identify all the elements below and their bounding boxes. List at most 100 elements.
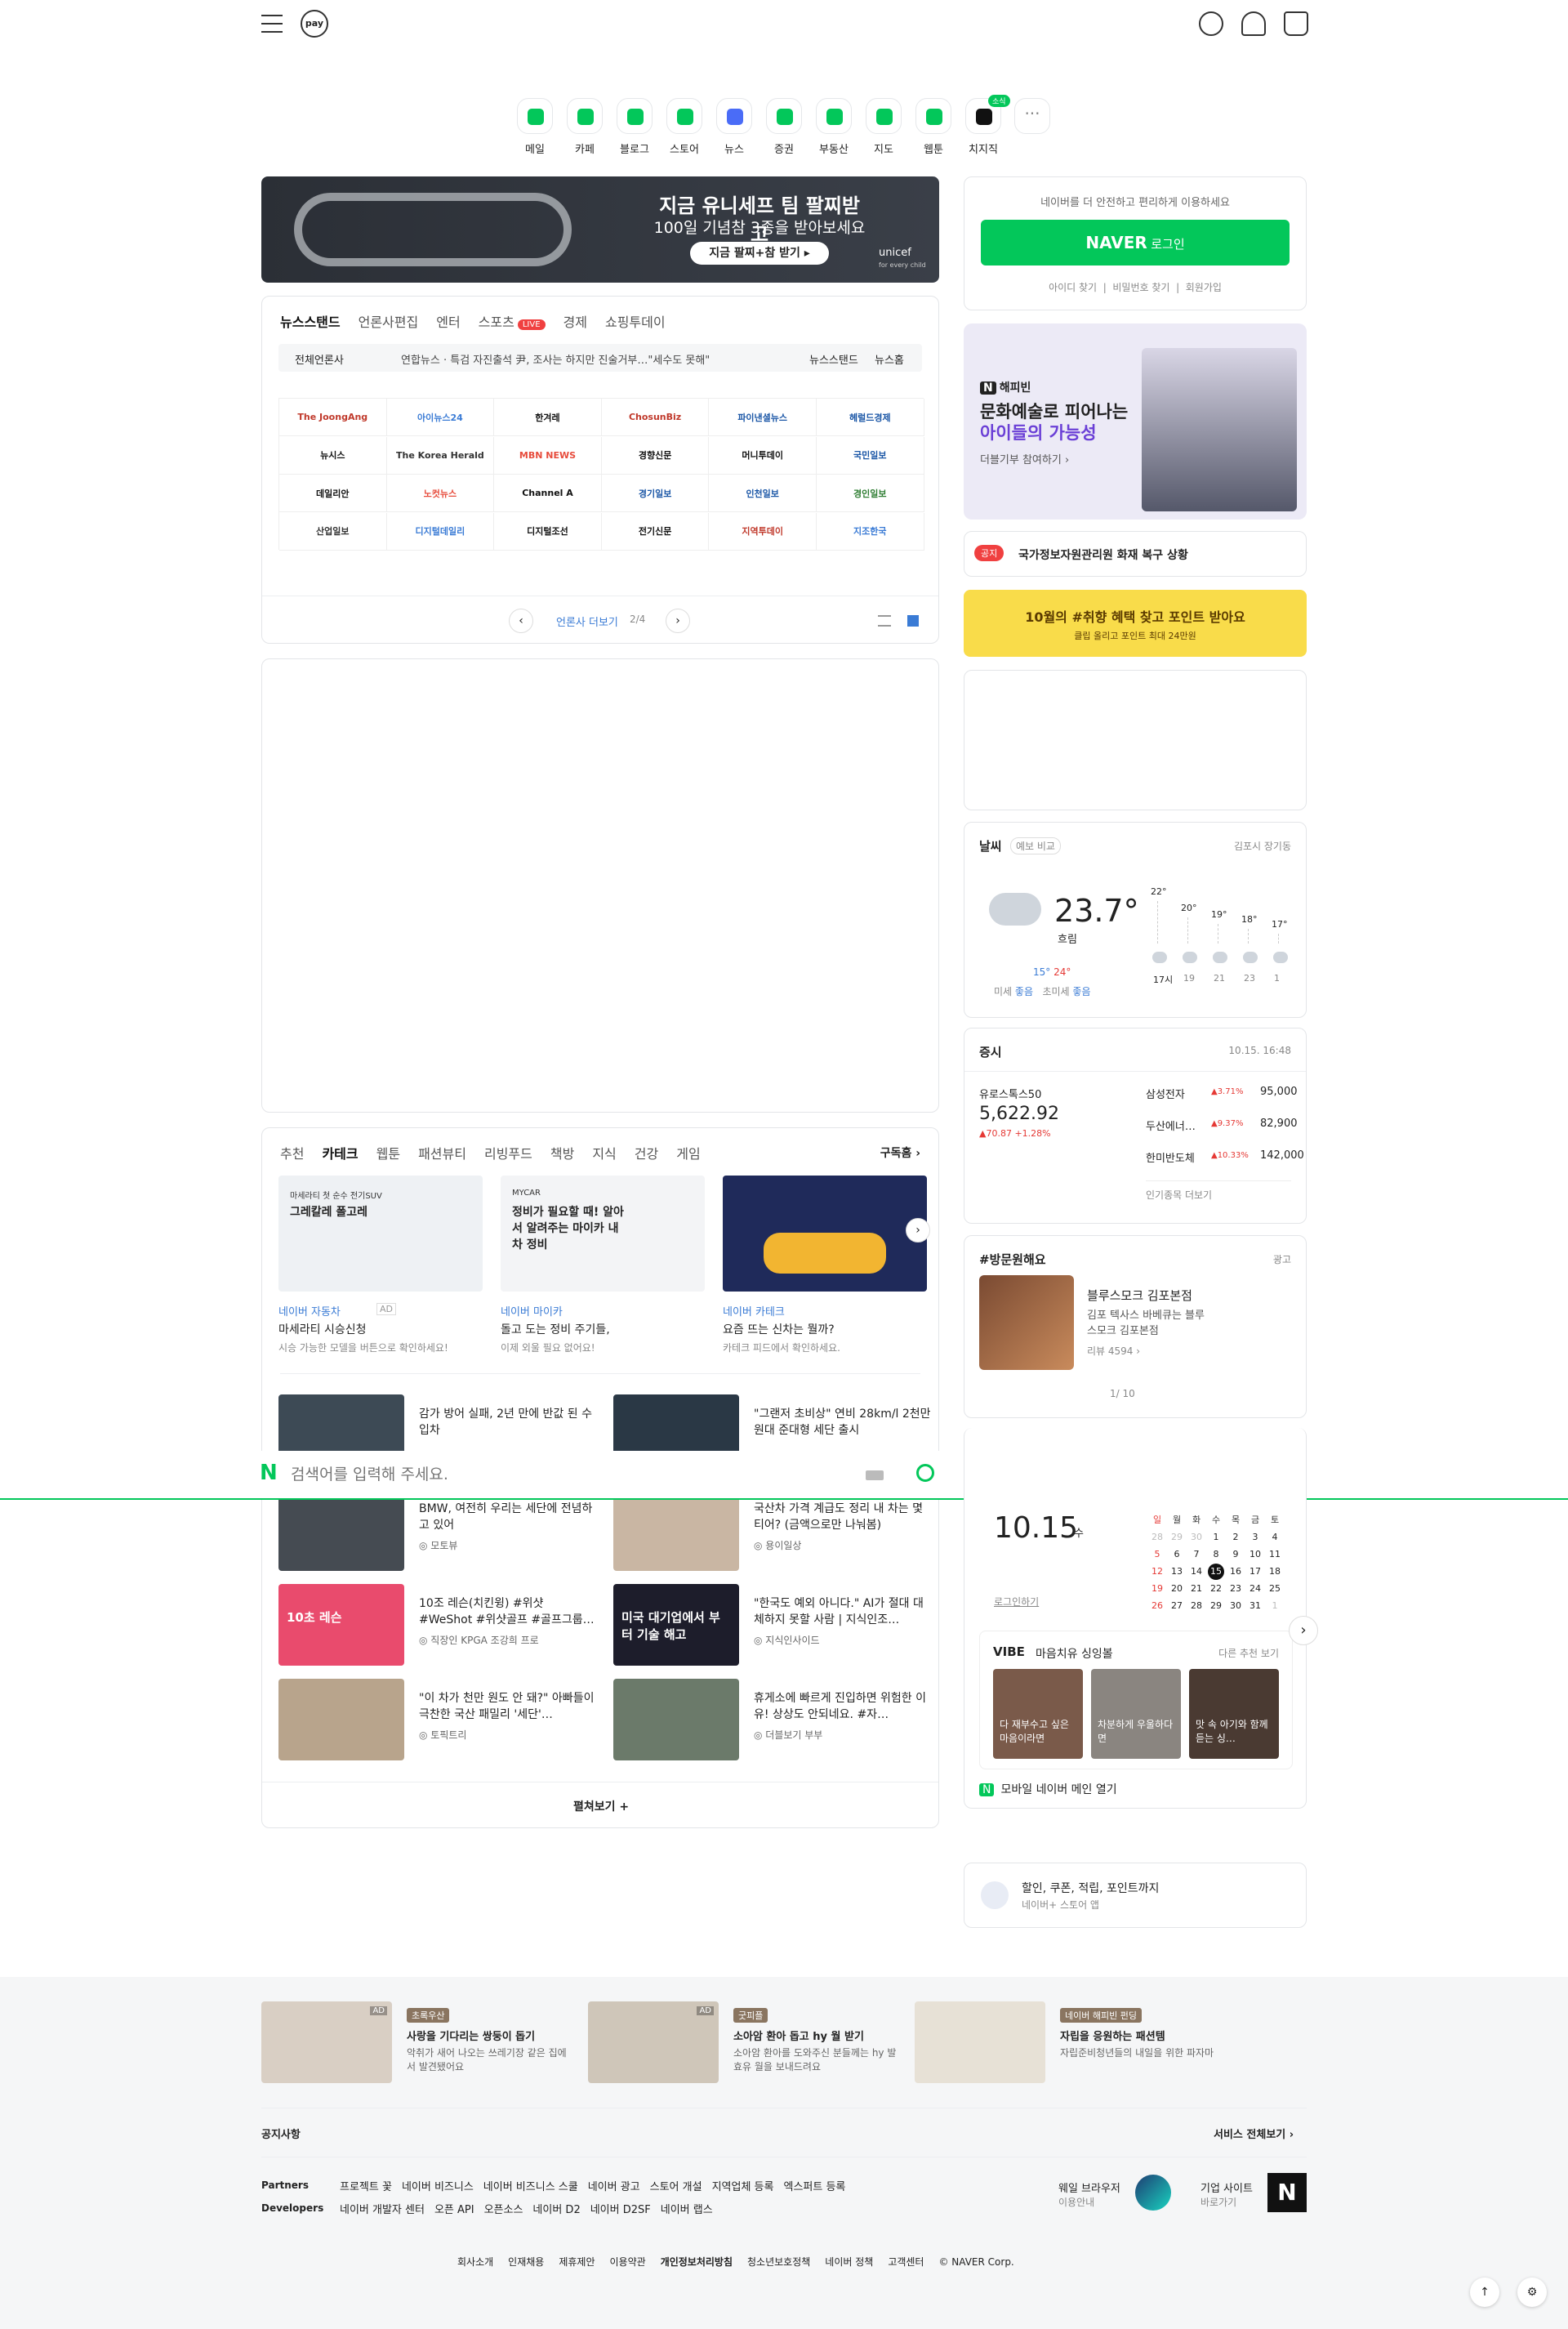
devs-link[interactable]: 네이버 D2 <box>532 2204 580 2216</box>
feed-tab-4[interactable]: 리빙푸드 <box>484 1146 532 1162</box>
feed-card-source[interactable]: 네이버 카테크 <box>723 1303 785 1318</box>
feed-list-title[interactable]: "이 차가 천만 원도 안 돼?" 아빠들이 극찬한 국산 패밀리 '세단'… <box>419 1690 599 1723</box>
press-logo[interactable]: 국민일보 <box>817 436 924 475</box>
footer-link[interactable]: 청소년보호정책 <box>747 2256 810 2268</box>
cart-icon[interactable] <box>1284 11 1308 36</box>
bottom-ad-title[interactable]: 소아암 환아 돕고 hy 월 받기 <box>733 2028 864 2043</box>
press-filter[interactable]: 전체언론사 <box>295 351 344 367</box>
feed-tab-7[interactable]: 건강 <box>635 1146 658 1162</box>
feed-list-thumb[interactable] <box>278 1489 404 1571</box>
calendar-day[interactable]: 2 <box>1227 1529 1244 1546</box>
bottom-ad-image[interactable] <box>915 2001 1045 2083</box>
news-tab-1[interactable]: 언론사편집 <box>359 315 419 330</box>
stock-name[interactable]: 한미반도체 <box>1146 1149 1195 1165</box>
feed-list-thumb[interactable] <box>613 1489 739 1571</box>
calendar-day[interactable]: 22 <box>1208 1581 1224 1597</box>
expand-button[interactable]: 펼쳐보기 + <box>262 1798 938 1814</box>
corp-site-link[interactable]: 기업 사이트 바로가기 <box>1200 2180 1253 2209</box>
calendar-day[interactable]: 18 <box>1267 1564 1283 1580</box>
calendar-day[interactable]: 9 <box>1227 1546 1244 1563</box>
news-tab-4[interactable]: 경제 <box>564 315 587 330</box>
pager-prev-button[interactable]: ‹ <box>509 609 533 633</box>
footer-link[interactable]: 고객센터 <box>888 2256 924 2268</box>
bottom-ad-title[interactable]: 자립을 응원하는 패션템 <box>1060 2028 1165 2043</box>
notice-bar[interactable]: 공지 국가정보자원관리원 화재 복구 상황 <box>964 531 1307 577</box>
press-logo[interactable]: 디지털데일리 <box>386 512 495 551</box>
press-logo[interactable]: Channel A <box>494 475 602 512</box>
calendar-day[interactable]: 13 <box>1169 1564 1185 1580</box>
banner-cta[interactable]: 지금 팔찌+참 받기 ▸ <box>690 242 829 265</box>
devs-link[interactable]: 오픈소스 <box>484 2204 523 2216</box>
happybean-banner[interactable]: N 해피빈 문화예술로 피어나는 아이들의 가능성 더블기부 참여하기 › <box>964 323 1307 520</box>
calendar-day[interactable]: 10 <box>1247 1546 1263 1563</box>
search-input[interactable] <box>291 1461 846 1488</box>
feed-list-title[interactable]: BMW, 여전히 우리는 세단에 전념하고 있어 <box>419 1501 599 1533</box>
calendar-day[interactable]: 28 <box>1188 1598 1205 1614</box>
service-1[interactable]: 카페 <box>564 98 605 156</box>
restaurant-image[interactable] <box>979 1275 1074 1370</box>
service-5[interactable]: 증권 <box>764 98 804 156</box>
press-logo[interactable]: 산업일보 <box>279 512 387 551</box>
happybean-cta[interactable]: 더블기부 참여하기 › <box>980 451 1069 466</box>
bottom-ad-image[interactable]: AD <box>261 2001 392 2083</box>
calendar-day[interactable]: 29 <box>1169 1529 1185 1546</box>
stock-more-link[interactable]: 인기종목 더보기 <box>1146 1180 1291 1202</box>
footer-link[interactable]: 인재채용 <box>508 2256 544 2268</box>
calendar-day[interactable]: 25 <box>1267 1581 1283 1597</box>
feed-card-title[interactable]: 요즘 뜨는 신차는 뭘까? <box>723 1321 835 1337</box>
keyboard-icon[interactable] <box>866 1470 884 1480</box>
feed-tab-8[interactable]: 게임 <box>676 1146 700 1162</box>
partners-link[interactable]: 프로젝트 꽃 <box>340 2181 392 2193</box>
press-logo[interactable]: 아이뉴스24 <box>386 399 495 436</box>
calendar-day[interactable]: 1 <box>1208 1529 1224 1546</box>
calendar-day[interactable]: 24 <box>1247 1581 1263 1597</box>
press-logo[interactable]: 한겨레 <box>494 399 602 436</box>
news-tab-2[interactable]: 엔터 <box>436 315 460 330</box>
newshome-link[interactable]: 뉴스홈 <box>875 351 904 367</box>
mobile-main-link[interactable]: N 모바일 네이버 메인 열기 <box>979 1781 1117 1797</box>
calendar-day[interactable]: 28 <box>1149 1529 1165 1546</box>
feed-card-image[interactable]: 마세라티 첫 순수 전기SUV 그레칼레 폴고레 <box>278 1176 483 1292</box>
calendar-day[interactable]: 8 <box>1208 1546 1224 1563</box>
footer-link[interactable]: 제휴제안 <box>559 2256 595 2268</box>
headline[interactable]: 연합뉴스 · 특검 자진출석 尹, 조사는 하지만 진술거부…"세수도 못해" <box>401 351 710 367</box>
partners-link[interactable]: 네이버 비즈니스 <box>402 2181 474 2193</box>
feed-tab-1[interactable]: 카테크 <box>322 1146 358 1162</box>
service-3[interactable]: 스토어 <box>664 98 705 156</box>
calendar-day[interactable]: 5 <box>1149 1546 1165 1563</box>
vibe-item[interactable]: 차분하게 우울하다면 <box>1091 1669 1181 1759</box>
feed-list-title[interactable]: 휴게소에 빠르게 진입하면 위험한 이유! 상상도 안되네요. #자… <box>754 1690 933 1723</box>
vibe-item[interactable]: 맛 속 아기와 함께 듣는 싱… <box>1189 1669 1279 1759</box>
press-logo[interactable]: 경인일보 <box>817 475 924 512</box>
stock-name[interactable]: 두산에너… <box>1146 1118 1196 1133</box>
service-6[interactable]: 부동산 <box>813 98 854 156</box>
whale-link[interactable]: 웨일 브라우저 이용안내 <box>1058 2180 1120 2209</box>
talk-icon[interactable] <box>1199 11 1223 36</box>
feed-tab-6[interactable]: 지식 <box>592 1146 616 1162</box>
stock-name[interactable]: 삼성전자 <box>1146 1086 1185 1101</box>
devs-link[interactable]: 네이버 D2SF <box>590 2204 651 2216</box>
calendar-day[interactable]: 1 <box>1267 1598 1283 1614</box>
settings-button[interactable]: ⚙ <box>1517 2278 1547 2307</box>
press-logo[interactable]: 헤럴드경제 <box>817 399 924 436</box>
calendar-day[interactable]: 16 <box>1227 1564 1244 1580</box>
feed-card-image[interactable] <box>723 1176 927 1292</box>
list-view-icon[interactable] <box>878 615 891 627</box>
feed-tab-3[interactable]: 패션뷰티 <box>418 1146 466 1162</box>
news-tab-0[interactable]: 뉴스스탠드 <box>280 315 341 330</box>
footer-link[interactable]: 회사소개 <box>457 2256 493 2268</box>
press-logo[interactable]: 경향신문 <box>601 436 710 475</box>
service-7[interactable]: 지도 <box>863 98 904 156</box>
press-logo[interactable]: The JoongAng <box>279 399 387 436</box>
calendar-day[interactable]: 14 <box>1188 1564 1205 1580</box>
newsstand-link[interactable]: 뉴스스탠드 <box>809 351 858 367</box>
feed-list-thumb[interactable] <box>613 1679 739 1760</box>
feed-card-source[interactable]: 네이버 자동차 <box>278 1303 341 1318</box>
devs-link[interactable]: 네이버 개발자 센터 <box>340 2204 425 2216</box>
calendar-day[interactable]: 29 <box>1208 1598 1224 1614</box>
press-logo[interactable]: 인천일보 <box>709 475 817 512</box>
press-logo[interactable]: 지조한국 <box>817 512 924 551</box>
pay-button[interactable]: pay <box>301 10 328 38</box>
footer-link[interactable]: 네이버 정책 <box>825 2256 873 2268</box>
partners-link[interactable]: 엑스퍼트 등록 <box>783 2181 845 2193</box>
